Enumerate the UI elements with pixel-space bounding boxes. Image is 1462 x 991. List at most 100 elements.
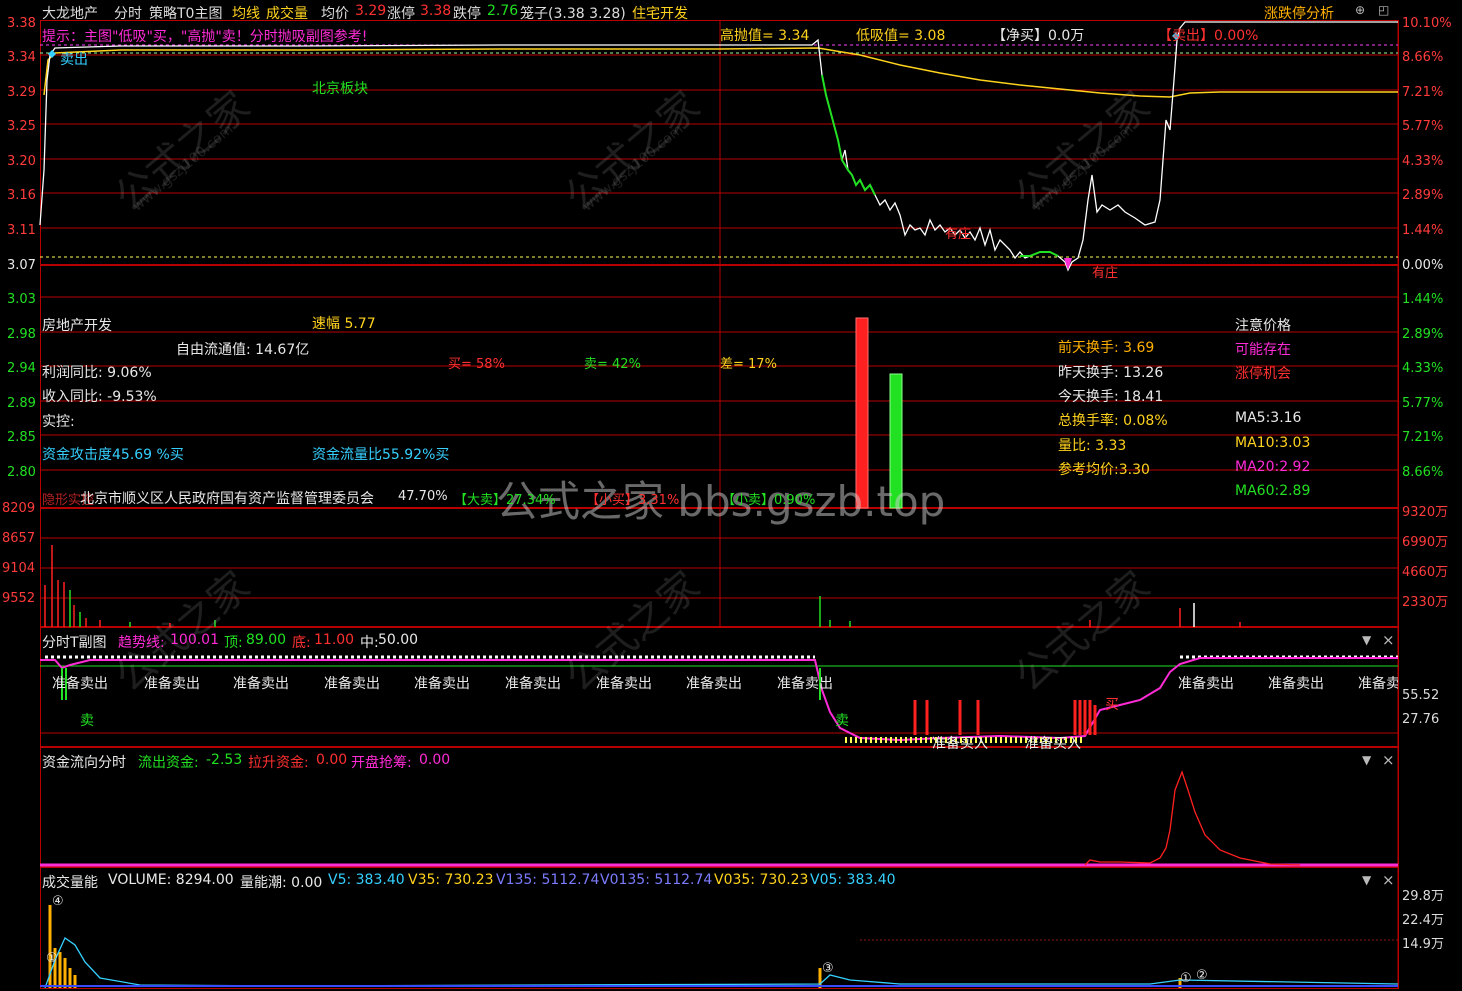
- notice-title: 注意价格: [1235, 318, 1291, 334]
- ready-sell-label: 准备卖出: [144, 676, 200, 692]
- t-sell-mark: 卖: [835, 713, 849, 729]
- limit-up-label: 涨停: [387, 6, 415, 22]
- sell-out-pct: 【卖出】0.00%: [1158, 28, 1259, 44]
- beijing-sector[interactable]: 北京板块: [312, 78, 368, 98]
- youzhuang-tag: 有庄: [945, 227, 972, 242]
- controller-name: 北京市顺义区人民政府国有资产监督管理委员会: [80, 491, 374, 507]
- low-buy-value: 低吸值= 3.08: [856, 28, 946, 44]
- vol-tick: 6990万: [1402, 535, 1449, 550]
- pct-tick: 7.21%: [1402, 85, 1444, 100]
- price-tick: 2.80: [7, 465, 36, 480]
- pct-tick: 8.66%: [1402, 465, 1444, 480]
- mid-label: 中:: [360, 635, 379, 651]
- price-tick: 3.16: [7, 188, 36, 203]
- pct-tick: 2.89%: [1402, 188, 1444, 203]
- open-grab-label: 开盘抢筹:: [351, 755, 412, 771]
- open-grab-value: 0.00: [419, 752, 451, 768]
- ready-sell-label: 准备卖出: [1178, 676, 1234, 692]
- t-panel-title[interactable]: 分时T副图: [42, 632, 107, 652]
- price-tick: 3.25: [7, 119, 36, 134]
- close-icon[interactable]: ×: [1382, 631, 1395, 649]
- avg-line-label: 均线: [232, 6, 260, 22]
- tide-value: 量能潮: 0.00: [240, 875, 323, 891]
- ma10-value: MA10:3.03: [1235, 435, 1311, 451]
- pct-tick: 5.77%: [1402, 119, 1444, 134]
- turnover-total: 总换手率: 0.08%: [1058, 413, 1168, 429]
- ready-sell-label: 准备卖出: [777, 676, 833, 692]
- price-tick: 2.94: [7, 361, 36, 376]
- t-buy-mark: 买: [1105, 697, 1119, 713]
- price-drop-green: [821, 74, 876, 196]
- pct-tick: 10.10%: [1402, 16, 1452, 31]
- flow-panel-title[interactable]: 资金流向分时: [42, 752, 126, 772]
- turnover-prev2: 前天换手: 3.69: [1058, 340, 1155, 356]
- ma60-value: MA60:2.89: [1235, 483, 1311, 499]
- ready-sell-label: 准备卖出: [52, 676, 108, 692]
- collapse-icon[interactable]: ⊕: [1355, 3, 1365, 17]
- dropdown-icon[interactable]: ▼: [1362, 633, 1371, 647]
- sector-label[interactable]: 住宅开发: [632, 3, 688, 23]
- ma20-value: MA20:2.92: [1235, 459, 1311, 475]
- dropdown-icon[interactable]: ▼: [1362, 873, 1371, 887]
- small-buy: 【小买】3.31%: [586, 493, 680, 508]
- close-icon[interactable]: ×: [1382, 871, 1395, 889]
- capital-flow-ratio: 资金流量比55.92%买: [312, 447, 450, 463]
- trend-label: 趋势线:: [118, 635, 165, 651]
- ma5-value: MA5:3.16: [1235, 410, 1302, 426]
- ready-sell-label: 准备卖出: [414, 676, 470, 692]
- vol-tick: 9552: [2, 591, 36, 606]
- energy-marker: ③: [822, 961, 834, 976]
- pct-tick: 1.44%: [1402, 223, 1444, 238]
- sell-ratio: 卖= 42%: [584, 357, 641, 372]
- bottom-value: 11.00: [314, 632, 355, 648]
- ready-buy-label: 准备买入: [1025, 736, 1081, 752]
- price-tick: 3.29: [7, 85, 36, 100]
- volume-ratio: 量比: 3.33: [1058, 438, 1127, 454]
- bottom-label: 底:: [292, 635, 311, 651]
- stock-name[interactable]: 大龙地产: [42, 3, 98, 23]
- high-sell-value: 高抛值= 3.34: [720, 28, 810, 44]
- pull-label: 拉升资金:: [248, 755, 309, 771]
- pct-tick: 4.33%: [1402, 154, 1444, 169]
- price-tick: 3.03: [7, 292, 36, 307]
- ref-avg-price: 参考均价:3.30: [1058, 462, 1150, 478]
- controller-label: 实控:: [42, 414, 75, 430]
- t-axis-tick: 55.52: [1402, 688, 1440, 703]
- big-sell: 【大卖】27.34%: [454, 493, 556, 508]
- energy-marker: ①: [1180, 971, 1192, 986]
- capital-attack: 资金攻击度45.69 %买: [42, 447, 184, 463]
- top-label: 顶:: [224, 635, 243, 651]
- controller-pct: 47.70%: [398, 489, 448, 504]
- v0135-value: V0135: 5112.74: [600, 872, 713, 888]
- close-icon[interactable]: ×: [1382, 751, 1395, 769]
- pct-tick: 4.33%: [1402, 361, 1444, 376]
- ready-sell-label: 准备卖出: [324, 676, 380, 692]
- t-axis-tick: 27.76: [1402, 712, 1440, 727]
- price-line: [39, 21, 1398, 272]
- t-trend-line: [40, 657, 1398, 742]
- limit-analysis-title[interactable]: 涨跌停分析: [1264, 3, 1334, 23]
- top-value: 89.00: [246, 632, 287, 648]
- energy-axis-tick: 14.9万: [1402, 937, 1444, 952]
- cage-label: 笼子(3.38 3.28): [520, 6, 626, 22]
- strategy-label[interactable]: 策略T0主图: [149, 3, 222, 23]
- window-icon[interactable]: ◰: [1378, 3, 1389, 17]
- ready-sell-label: 准备卖出: [686, 676, 742, 692]
- dropdown-icon[interactable]: ▼: [1362, 753, 1371, 767]
- price-tick: 3.38: [7, 16, 36, 31]
- v135-value: V135: 5112.74: [496, 872, 600, 888]
- ready-buy-label: 准备买入: [932, 736, 988, 752]
- price-tick: 2.89: [7, 396, 36, 411]
- mode-tab[interactable]: 分时: [114, 3, 142, 23]
- vol-tick: 4660万: [1402, 565, 1449, 580]
- price-tick: 2.98: [7, 327, 36, 342]
- limit-down-value: 2.76: [487, 3, 519, 19]
- price-tick: 3.34: [7, 50, 36, 65]
- sell-tag: 卖出: [60, 52, 88, 68]
- energy-panel-title[interactable]: 成交量能: [42, 872, 98, 892]
- energy-bars: [48, 905, 1182, 988]
- ready-sell-label: 准备卖出: [505, 676, 561, 692]
- price-tick: 3.20: [7, 154, 36, 169]
- industry-label: 房地产开发: [42, 318, 112, 334]
- volume-value: VOLUME: 8294.00: [108, 872, 234, 888]
